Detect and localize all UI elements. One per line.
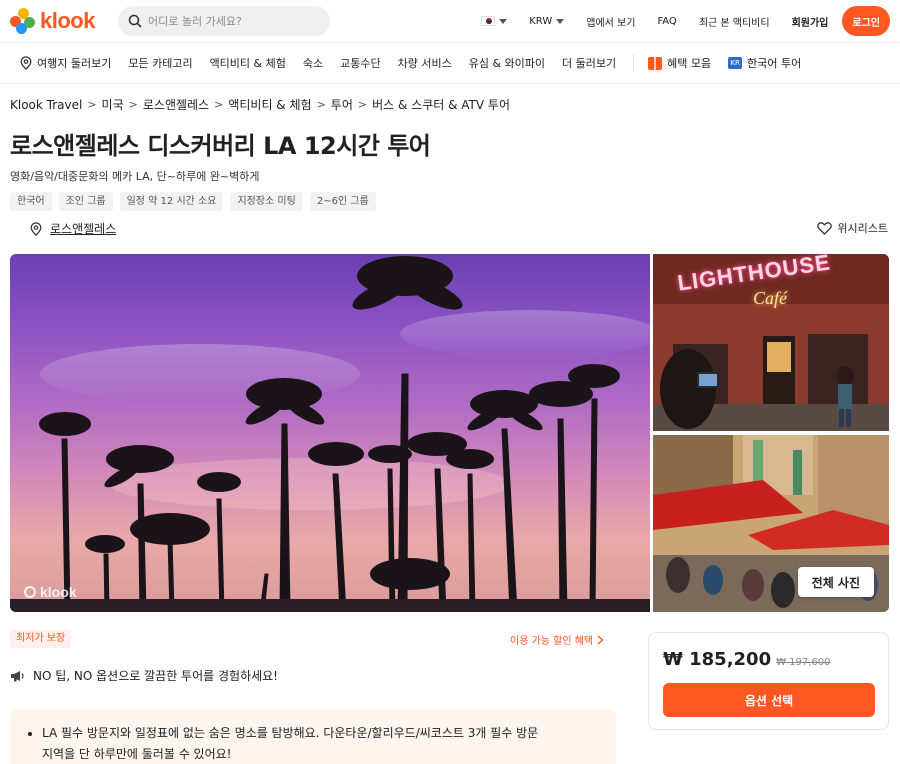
search-bar[interactable] bbox=[118, 6, 330, 36]
currency-label: KRW bbox=[529, 15, 553, 27]
logo-text: klook bbox=[40, 8, 95, 33]
nav-item-korean-tour[interactable]: KR 한국어 투어 bbox=[728, 55, 801, 71]
recently-viewed-link[interactable]: 최근 본 액티비티 bbox=[699, 14, 770, 29]
breadcrumb-item[interactable]: 미국 bbox=[102, 96, 124, 113]
chevron-right-icon: > bbox=[128, 98, 138, 111]
select-option-button[interactable]: 옵션 선택 bbox=[663, 683, 875, 717]
klook-watermark-icon bbox=[24, 586, 36, 598]
nav-item-hotels[interactable]: 숙소 bbox=[303, 55, 323, 71]
chevron-down-icon bbox=[499, 18, 508, 24]
chevron-right-icon: > bbox=[214, 98, 224, 111]
view-all-photos-button[interactable]: 전체 사진 bbox=[797, 567, 874, 597]
chevron-down-icon bbox=[556, 18, 565, 24]
lighthouse-cafe-photo[interactable]: LIGHTHOUSE Café bbox=[653, 254, 889, 431]
category-nav: 여행지 둘러보기 모든 카테고리 액티비티 & 체험 숙소 교통수단 차량 서비… bbox=[0, 42, 900, 84]
faq-link[interactable]: FAQ bbox=[657, 16, 676, 27]
location-label: 로스앤젤레스 bbox=[50, 222, 117, 236]
korea-flag-icon bbox=[481, 16, 496, 26]
currency-selector[interactable]: KRW bbox=[529, 15, 565, 27]
nav-item-activities[interactable]: 액티비티 & 체험 bbox=[210, 55, 286, 71]
chevron-right-icon: > bbox=[357, 98, 368, 111]
search-icon bbox=[128, 14, 142, 28]
activity-tags: 한국어 조인 그룹 일정 약 12 시간 소요 지정장소 미팅 2~6인 그룹 bbox=[10, 192, 376, 211]
heart-icon bbox=[817, 221, 833, 235]
price-card: ₩ 185,200 ₩ 197,600 옵션 선택 bbox=[648, 632, 889, 730]
cafe-sign: Café bbox=[753, 288, 787, 308]
current-price: ₩ 185,200 bbox=[663, 649, 772, 670]
chevron-right-icon: > bbox=[87, 98, 97, 111]
top-header: klook KRW 앱에서 보기 FAQ 최근 본 액티비티 회원가입 로그인 bbox=[0, 0, 900, 42]
header-actions: KRW 앱에서 보기 FAQ 최근 본 액티비티 회원가입 로그인 bbox=[459, 6, 890, 36]
tag-meeting: 지정장소 미팅 bbox=[230, 192, 303, 211]
street-photo[interactable]: 전체 사진 bbox=[653, 435, 889, 612]
discount-link[interactable]: 이용 가능 할인 혜택 bbox=[510, 632, 604, 647]
tag-language: 한국어 bbox=[10, 192, 52, 211]
breadcrumb-item[interactable]: 투어 bbox=[331, 96, 353, 113]
highlights-box: LA 필수 방문지와 일정표에 없는 숨은 명소를 탐방해요. 다운타운/할리우… bbox=[10, 709, 616, 764]
original-price: ₩ 197,600 bbox=[776, 657, 831, 668]
nav-divider bbox=[633, 54, 635, 72]
wishlist-button[interactable]: 위시리스트 bbox=[817, 220, 888, 236]
location-link[interactable]: 로스앤젤레스 bbox=[30, 220, 116, 237]
notice-text: NO 팁, NO 옵션으로 깔끔한 투어를 경험하세요! bbox=[33, 669, 278, 683]
login-button[interactable]: 로그인 bbox=[842, 6, 890, 36]
lowest-price-badge: 최저가 보장 bbox=[10, 630, 72, 648]
breadcrumb-item[interactable]: 버스 & 스쿠터 & ATV 투어 bbox=[372, 96, 510, 113]
language-selector[interactable] bbox=[481, 16, 508, 26]
search-input[interactable] bbox=[148, 14, 318, 28]
nav-item-sim-wifi[interactable]: 유심 & 와이파이 bbox=[469, 55, 545, 71]
nav-label: 혜택 모음 bbox=[667, 57, 712, 70]
wishlist-label: 위시리스트 bbox=[837, 222, 888, 235]
highlight-item: LA 필수 방문지와 일정표에 없는 숨은 명소를 탐방해요. 다운타운/할리우… bbox=[42, 723, 552, 764]
tag-group-type: 조인 그룹 bbox=[58, 192, 113, 211]
klook-watermark: klook bbox=[24, 584, 77, 600]
chevron-right-icon: > bbox=[316, 98, 326, 111]
klook-logo-icon bbox=[10, 8, 36, 34]
nav-label: 한국어 투어 bbox=[747, 57, 802, 70]
gift-icon bbox=[648, 56, 663, 70]
signup-link[interactable]: 회원가입 bbox=[792, 14, 829, 29]
nav-item-destinations[interactable]: 여행지 둘러보기 bbox=[20, 55, 111, 71]
location-pin-icon bbox=[30, 221, 42, 236]
page-title: 로스앤젤레스 디스커버리 LA 12시간 투어 bbox=[10, 132, 431, 160]
nav-item-car-service[interactable]: 차량 서비스 bbox=[398, 55, 452, 71]
no-tip-notice: NO 팁, NO 옵션으로 깔끔한 투어를 경험하세요! bbox=[10, 667, 278, 684]
palm-trees-photo bbox=[10, 256, 650, 612]
nav-item-transport[interactable]: 교통수단 bbox=[340, 55, 380, 71]
korean-tour-icon: KR bbox=[728, 57, 743, 69]
tag-duration: 일정 약 12 시간 소요 bbox=[119, 192, 224, 211]
megaphone-icon bbox=[11, 670, 24, 681]
tag-group-size: 2~6인 그룹 bbox=[309, 192, 376, 211]
page-subtitle: 영화/음악/대중문화의 메카 LA, 단~하루에 완~벽하게 bbox=[10, 170, 260, 183]
klook-logo[interactable]: klook bbox=[10, 8, 110, 34]
main-photo[interactable]: klook bbox=[10, 254, 650, 612]
price-row: ₩ 185,200 ₩ 197,600 bbox=[663, 649, 831, 670]
watermark-text: klook bbox=[40, 584, 77, 600]
breadcrumb-item[interactable]: 액티비티 & 체험 bbox=[228, 96, 311, 113]
discount-label: 이용 가능 할인 혜택 bbox=[510, 636, 594, 647]
nav-label: 여행지 둘러보기 bbox=[37, 57, 112, 70]
nav-item-benefits[interactable]: 혜택 모음 bbox=[648, 55, 711, 71]
location-pin-icon bbox=[20, 56, 32, 70]
app-link[interactable]: 앱에서 보기 bbox=[586, 14, 635, 29]
breadcrumb: Klook Travel > 미국 > 로스앤젤레스 > 액티비티 & 체험 > 투어 >… bbox=[10, 96, 510, 113]
nav-item-more[interactable]: 더 둘러보기 bbox=[562, 55, 616, 71]
breadcrumb-item[interactable]: 로스앤젤레스 bbox=[143, 96, 209, 113]
breadcrumb-item[interactable]: Klook Travel bbox=[10, 98, 82, 112]
chevron-right-icon bbox=[597, 634, 604, 645]
nav-item-all-categories[interactable]: 모든 카테고리 bbox=[128, 55, 192, 71]
